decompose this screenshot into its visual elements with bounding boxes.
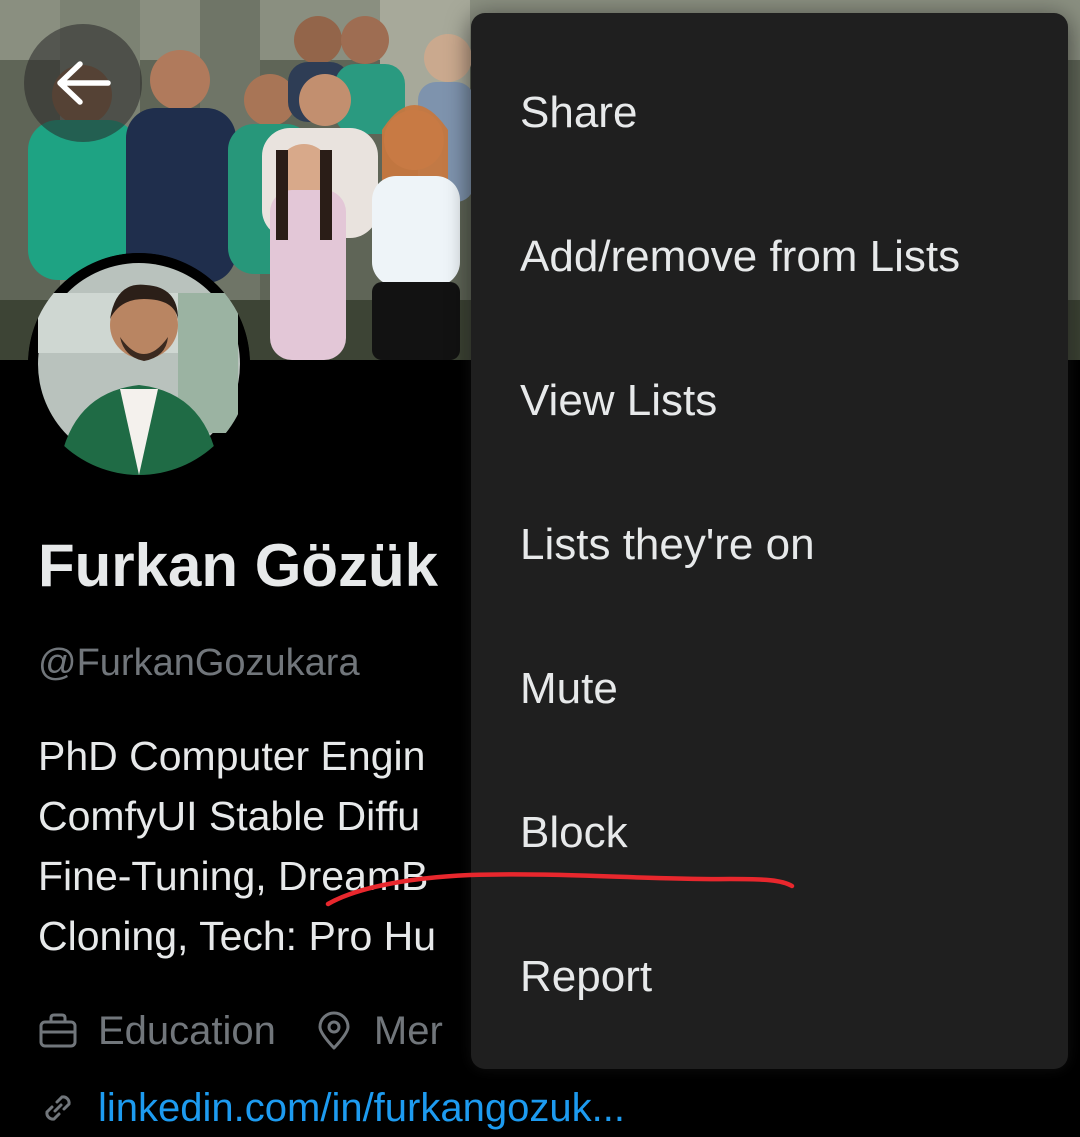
profile-page: Furkan Gözük @FurkanGozukara PhD Compute… bbox=[0, 0, 1080, 1137]
menu-item-report[interactable]: Report bbox=[471, 905, 1068, 1049]
profile-location: Mer bbox=[314, 1009, 443, 1054]
location-label: Mer bbox=[373, 1008, 443, 1053]
link-icon bbox=[45, 1095, 71, 1121]
profile-link-row: linkedin.com/in/furkangozuk... bbox=[38, 1080, 625, 1136]
profile-avatar[interactable] bbox=[28, 253, 250, 475]
menu-item-lists-theyre-on[interactable]: Lists they're on bbox=[471, 473, 1068, 617]
profile-meta-row: Education Mer bbox=[38, 1003, 481, 1059]
profile-handle: @FurkanGozukara bbox=[38, 642, 360, 684]
profile-overflow-menu: Share Add/remove from Lists View Lists L… bbox=[471, 13, 1068, 1069]
back-button[interactable] bbox=[24, 24, 142, 142]
briefcase-icon bbox=[39, 1013, 77, 1048]
avatar-photo bbox=[28, 253, 250, 475]
menu-item-share[interactable]: Share bbox=[471, 41, 1068, 185]
location-pin-icon bbox=[318, 1011, 350, 1050]
profile-category: Education bbox=[38, 1009, 276, 1054]
arrow-left-icon bbox=[57, 61, 111, 105]
menu-item-mute[interactable]: Mute bbox=[471, 617, 1068, 761]
category-label: Education bbox=[98, 1008, 276, 1053]
profile-website-link[interactable]: linkedin.com/in/furkangozuk... bbox=[98, 1086, 625, 1131]
profile-display-name: Furkan Gözük bbox=[38, 532, 439, 599]
menu-item-view-lists[interactable]: View Lists bbox=[471, 329, 1068, 473]
menu-item-add-remove-lists[interactable]: Add/remove from Lists bbox=[471, 185, 1068, 329]
menu-item-block[interactable]: Block bbox=[471, 761, 1068, 905]
